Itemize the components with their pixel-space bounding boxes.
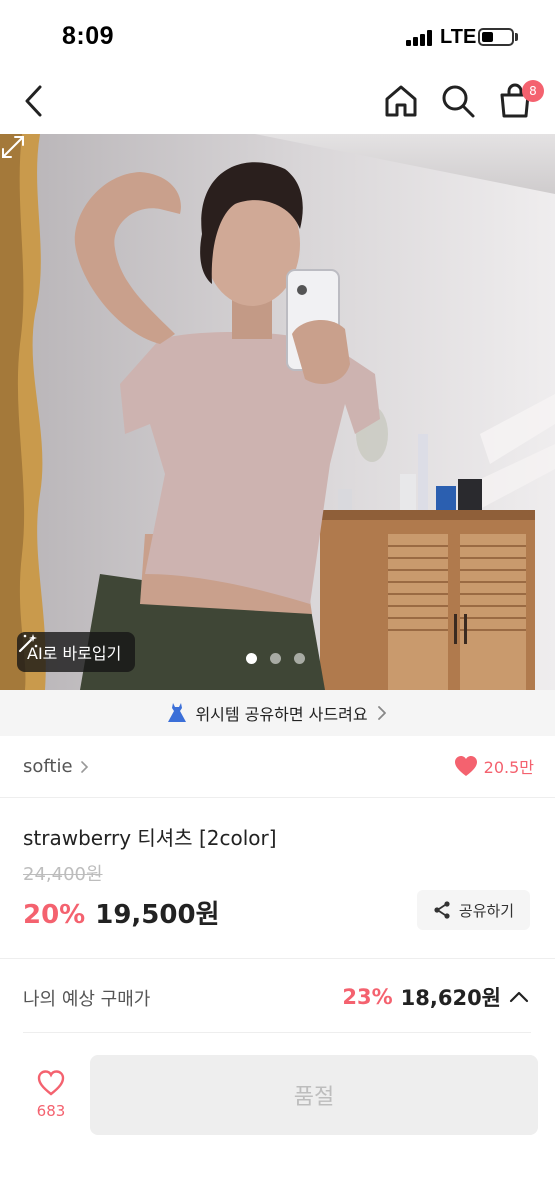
discount-rate: 20%: [23, 900, 86, 930]
expected-price-label: 나의 예상 구매가: [23, 989, 151, 1010]
carousel-dot[interactable]: [294, 653, 305, 664]
back-arrow-icon[interactable]: [20, 84, 50, 118]
product-image-carousel[interactable]: AI로 바로입기: [0, 134, 555, 690]
ai-try-on-button[interactable]: AI로 바로입기: [17, 632, 136, 672]
heart-outline-icon: [37, 1070, 65, 1096]
product-title: strawberry 티셔츠 [2color]: [23, 826, 277, 850]
store-name-link[interactable]: softie: [23, 756, 73, 777]
status-time: 8:09: [62, 22, 115, 50]
carousel-pagination: [246, 653, 305, 664]
wish-banner-text: 위시템 공유하면 사드려요: [195, 705, 368, 724]
heart-filled-icon: [454, 756, 477, 776]
battery-cap: [515, 33, 518, 41]
bottom-action-bar: 683 품절: [0, 1040, 555, 1200]
expand-icon[interactable]: [0, 134, 26, 160]
section-divider: [0, 958, 555, 959]
store-like-count: 20.5만: [483, 758, 534, 777]
share-icon: [434, 901, 450, 919]
sold-out-button[interactable]: 품절: [90, 1055, 538, 1135]
store-like-button[interactable]: 20.5만: [454, 754, 534, 778]
sold-out-label: 품절: [293, 1085, 335, 1110]
nav-bar: 8: [0, 72, 555, 134]
ai-try-on-label: AI로 바로입기: [27, 644, 122, 663]
sale-price: 19,500원: [95, 900, 220, 930]
expected-price-toggle[interactable]: 23% 18,620원: [342, 982, 529, 1012]
magic-wand-icon: [18, 634, 38, 653]
product-detail-page: 8:09 LTE 8 AI로 바로입기 위시템 공유하면 사드려요 softie…: [0, 0, 555, 1200]
signal-icon: [406, 30, 434, 46]
price-row: 20% 19,500원: [23, 894, 220, 931]
expected-discount-rate: 23%: [342, 985, 393, 1009]
dress-icon: [168, 703, 187, 722]
network-label: LTE: [440, 26, 477, 48]
share-label: 공유하기: [458, 901, 515, 920]
search-icon[interactable]: [440, 83, 476, 119]
product-photo: [0, 134, 555, 690]
carousel-dot-active[interactable]: [246, 653, 257, 664]
wish-button[interactable]: 683: [22, 1070, 80, 1120]
store-row: softie 20.5만: [0, 736, 555, 798]
chevron-right-icon: [377, 706, 386, 720]
wish-share-banner[interactable]: 위시템 공유하면 사드려요: [0, 690, 555, 736]
inner-divider: [23, 1032, 531, 1033]
carousel-dot[interactable]: [270, 653, 281, 664]
original-price: 24,400원: [23, 864, 103, 885]
share-button[interactable]: 공유하기: [417, 890, 530, 930]
chevron-up-icon: [509, 991, 529, 1003]
wish-count: 683: [36, 1102, 66, 1120]
home-icon[interactable]: [383, 83, 419, 119]
expected-price-value: 18,620원: [400, 986, 501, 1010]
cart-badge: 8: [522, 80, 544, 102]
status-bar: 8:09 LTE: [0, 0, 555, 72]
store-chevron-icon[interactable]: [80, 760, 90, 774]
battery-icon: [478, 28, 514, 46]
